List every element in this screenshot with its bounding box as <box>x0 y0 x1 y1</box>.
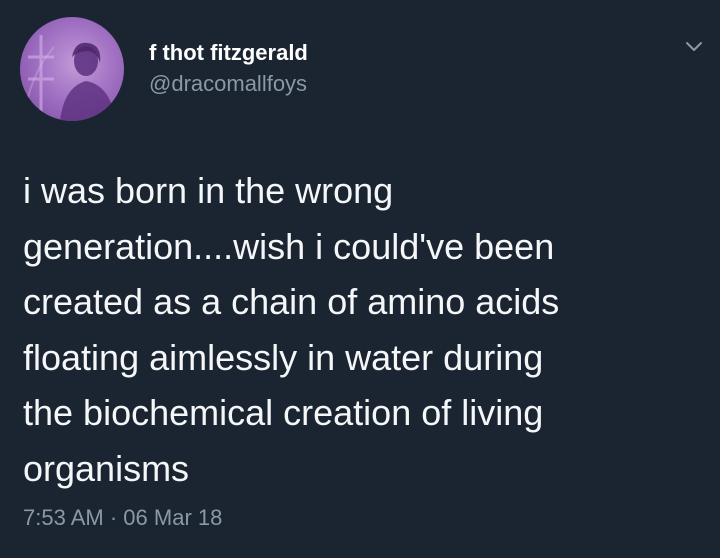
user-handle[interactable]: @dracomallfoys <box>149 71 308 97</box>
author-info: f thot fitzgerald @dracomallfoys <box>149 40 308 97</box>
tweet-date: 06 Mar 18 <box>123 505 223 530</box>
tweet-card: f thot fitzgerald @dracomallfoys i was b… <box>0 0 720 558</box>
timestamp-separator: · <box>109 505 118 530</box>
tweet-timestamp[interactable]: 7:53 AM · 06 Mar 18 <box>23 505 222 531</box>
avatar-image <box>23 35 116 121</box>
avatar[interactable] <box>20 17 124 121</box>
display-name[interactable]: f thot fitzgerald <box>149 40 308 66</box>
tweet-text: i was born in the wrong generation....wi… <box>23 170 560 489</box>
tweet-time: 7:53 AM <box>23 505 104 530</box>
chevron-down-icon[interactable] <box>684 40 704 54</box>
